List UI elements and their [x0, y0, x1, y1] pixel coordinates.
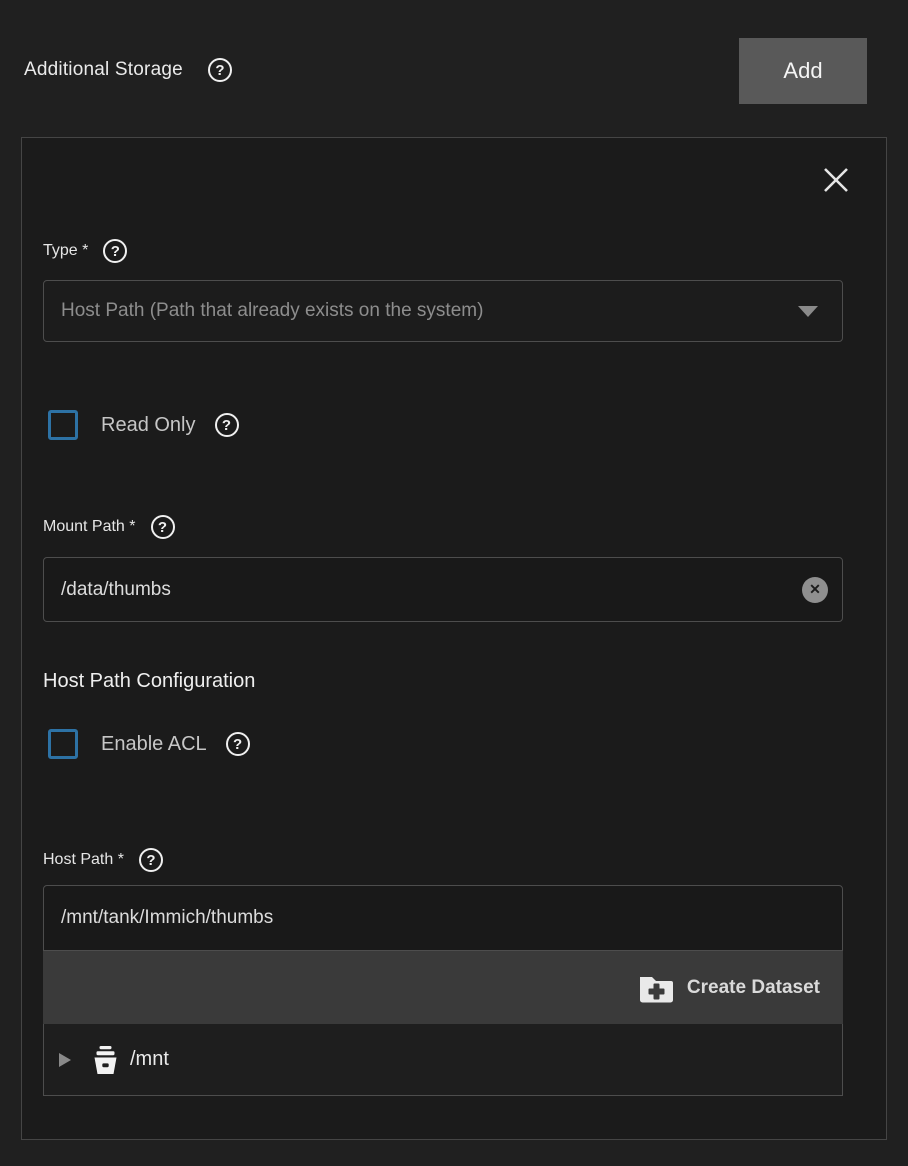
storage-entry-card: Type * ? Host Path (Path that already ex…: [21, 137, 887, 1140]
dataset-icon: [93, 1046, 118, 1074]
host-path-field: [43, 885, 843, 951]
host-path-label-row: Host Path * ?: [43, 847, 865, 873]
type-select[interactable]: Host Path (Path that already exists on t…: [43, 280, 843, 342]
enable-acl-label: Enable ACL: [101, 733, 207, 756]
create-dataset-button[interactable]: Create Dataset: [638, 972, 820, 1003]
type-select-value: Host Path (Path that already exists on t…: [61, 300, 798, 322]
help-icon[interactable]: ?: [103, 239, 127, 263]
chevron-down-icon: [798, 306, 818, 317]
create-dataset-label: Create Dataset: [687, 977, 820, 999]
close-icon[interactable]: [821, 165, 851, 195]
folder-plus-icon: [638, 972, 675, 1003]
tree-item-label: /mnt: [130, 1048, 169, 1071]
host-path-label: Host Path *: [43, 851, 124, 869]
help-icon[interactable]: ?: [215, 413, 239, 437]
explorer-toolbar: Create Dataset: [43, 951, 843, 1024]
add-button[interactable]: Add: [739, 38, 867, 104]
host-path-configuration-heading: Host Path Configuration: [43, 670, 865, 696]
help-icon[interactable]: ?: [139, 848, 163, 872]
card-header-row: [43, 165, 865, 195]
mount-path-input[interactable]: [43, 557, 843, 622]
read-only-checkbox[interactable]: [48, 410, 78, 440]
enable-acl-checkbox[interactable]: [48, 729, 78, 759]
enable-acl-row: Enable ACL ?: [43, 729, 865, 759]
read-only-row: Read Only ?: [43, 410, 865, 440]
mount-path-label: Mount Path *: [43, 518, 136, 536]
expand-arrow-icon[interactable]: [59, 1053, 71, 1067]
help-icon[interactable]: ?: [151, 515, 175, 539]
type-label-row: Type * ?: [43, 238, 865, 264]
section-title: Additional Storage: [24, 59, 183, 81]
help-icon[interactable]: ?: [226, 732, 250, 756]
dataset-tree: /mnt: [43, 1024, 843, 1096]
additional-storage-page: Additional Storage ? Add Type * ? Host P…: [0, 0, 908, 1166]
help-icon[interactable]: ?: [208, 58, 232, 82]
type-label: Type *: [43, 242, 88, 260]
read-only-label: Read Only: [101, 414, 196, 437]
clear-input-icon[interactable]: ✕: [802, 577, 828, 603]
mount-path-label-row: Mount Path * ?: [43, 514, 865, 540]
tree-row-mnt[interactable]: /mnt: [44, 1024, 842, 1095]
mount-path-field: ✕: [43, 557, 843, 622]
host-path-input[interactable]: [43, 885, 843, 951]
